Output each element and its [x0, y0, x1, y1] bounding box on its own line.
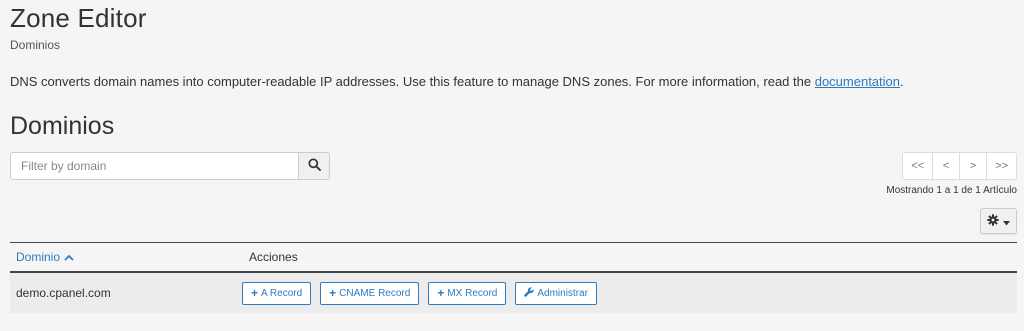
- manage-button[interactable]: Administrar: [515, 281, 597, 305]
- search-input[interactable]: [10, 152, 298, 180]
- settings-dropdown-button[interactable]: [980, 208, 1017, 234]
- next-page-button[interactable]: >: [959, 152, 988, 180]
- add-a-record-button[interactable]: + A Record: [242, 281, 312, 305]
- pagination: << < > >>: [902, 152, 1017, 180]
- add-mx-record-button[interactable]: + MX Record: [428, 281, 507, 305]
- section-title: Dominios: [10, 112, 115, 140]
- add-mx-record-label: MX Record: [447, 287, 498, 299]
- documentation-link[interactable]: documentation: [815, 74, 900, 89]
- plus-icon: +: [251, 286, 259, 300]
- table-header: Dominio Acciones: [10, 242, 1017, 273]
- first-page-button[interactable]: <<: [902, 152, 934, 180]
- description-text: DNS converts domain names into computer-…: [10, 74, 815, 89]
- search-icon: [307, 158, 321, 174]
- page-title: Zone Editor: [10, 3, 147, 33]
- plus-icon: +: [329, 286, 337, 300]
- page-subtitle: Dominios: [10, 38, 61, 52]
- search-button[interactable]: [298, 152, 330, 180]
- plus-icon: +: [437, 286, 445, 300]
- prev-page-button[interactable]: <: [932, 152, 961, 180]
- search-group: [10, 152, 330, 180]
- page-description: DNS converts domain names into computer-…: [10, 74, 904, 89]
- add-cname-record-label: CNAME Record: [339, 287, 411, 299]
- row-domain: demo.cpanel.com: [16, 286, 111, 300]
- pagination-summary: Mostrando 1 a 1 de 1 Artículo: [886, 185, 1017, 196]
- caret-down-icon: [1003, 214, 1010, 229]
- manage-label: Administrar: [537, 287, 588, 299]
- column-header-domain-label: Dominio: [16, 250, 61, 264]
- add-a-record-label: A Record: [261, 287, 303, 299]
- wrench-icon: [524, 286, 534, 300]
- chevron-up-icon: [64, 250, 74, 264]
- column-header-domain[interactable]: Dominio: [10, 250, 249, 264]
- gear-icon: [987, 213, 999, 229]
- add-cname-record-button[interactable]: + CNAME Record: [320, 281, 420, 305]
- last-page-button[interactable]: >>: [986, 152, 1017, 180]
- domains-table: Dominio Acciones demo.cpanel.com + A Rec…: [10, 242, 1017, 313]
- table-row: demo.cpanel.com + A Record + CNAME Recor…: [10, 273, 1017, 313]
- description-suffix: .: [900, 74, 904, 89]
- zone-editor-page: Zone Editor Dominios DNS converts domain…: [0, 0, 1024, 331]
- row-actions: + A Record + CNAME Record + MX Record Ad…: [242, 281, 597, 305]
- column-header-actions: Acciones: [249, 250, 298, 264]
